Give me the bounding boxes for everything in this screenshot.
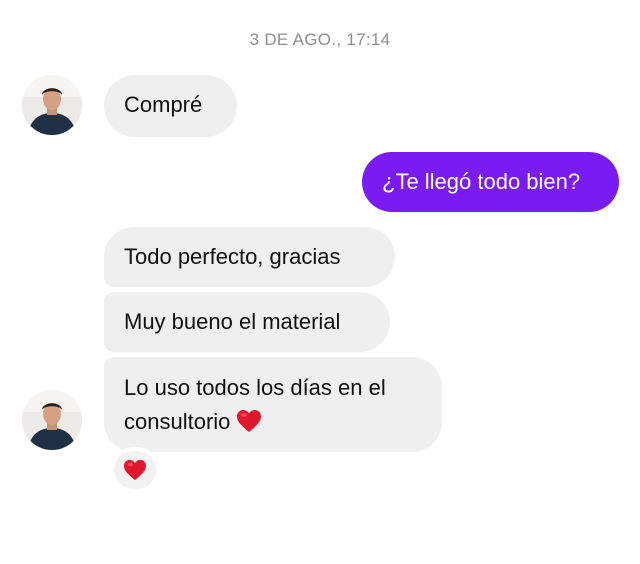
heart-emoji-icon: [237, 410, 262, 432]
avatar-photo: [22, 75, 82, 135]
message-bubble-incoming[interactable]: Lo uso todos los días en el consultorio: [104, 357, 442, 452]
avatar-photo: [22, 390, 82, 450]
message-bubble-incoming[interactable]: Todo perfecto, gracias: [104, 227, 395, 287]
contact-avatar[interactable]: [22, 75, 82, 135]
message-text: Muy bueno el material: [124, 309, 341, 334]
heart-reaction[interactable]: [112, 449, 158, 491]
message-text: consultorio: [124, 409, 231, 434]
message-bubble-outgoing[interactable]: ¿Te llegó todo bien?: [362, 152, 619, 212]
contact-avatar[interactable]: [22, 390, 82, 450]
message-text-line-with-emoji: consultorio: [124, 405, 422, 439]
message-text: Compré: [124, 92, 203, 117]
message-text-line: Lo uso todos los días en el: [124, 375, 386, 400]
heart-emoji-icon: [124, 459, 146, 481]
message-text: ¿Te llegó todo bien?: [382, 169, 581, 194]
reaction-chip: [114, 451, 156, 489]
message-bubble-incoming[interactable]: Muy bueno el material: [104, 292, 390, 352]
message-bubble-incoming[interactable]: Compré: [104, 75, 237, 137]
conversation-timestamp: 3 DE AGO., 17:14: [249, 30, 391, 49]
message-text: Todo perfecto, gracias: [124, 244, 341, 269]
